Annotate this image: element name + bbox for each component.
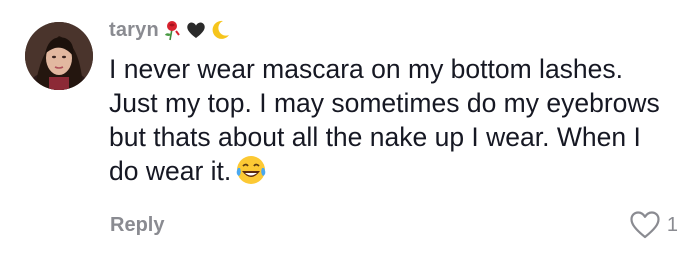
avatar[interactable] xyxy=(25,22,93,90)
reply-button[interactable]: Reply xyxy=(106,210,168,241)
username[interactable]: taryn xyxy=(109,19,159,42)
crescent-moon-icon xyxy=(209,19,231,41)
like-count: 1 xyxy=(666,213,678,236)
comment-card: taryn I never wear mascara on my bottom … xyxy=(0,0,700,260)
black-heart-icon xyxy=(185,19,207,41)
rose-icon xyxy=(161,19,183,41)
heart-outline-icon xyxy=(630,211,660,239)
like-button[interactable] xyxy=(629,210,661,240)
avatar-photo xyxy=(25,22,93,90)
laughing-tears-icon xyxy=(235,154,267,186)
like-group: 1 xyxy=(629,210,678,240)
comment-text: I never wear mascara on my bottom lashes… xyxy=(109,52,669,188)
comment-body: I never wear mascara on my bottom lashes… xyxy=(109,54,660,186)
username-row: taryn xyxy=(109,14,231,46)
